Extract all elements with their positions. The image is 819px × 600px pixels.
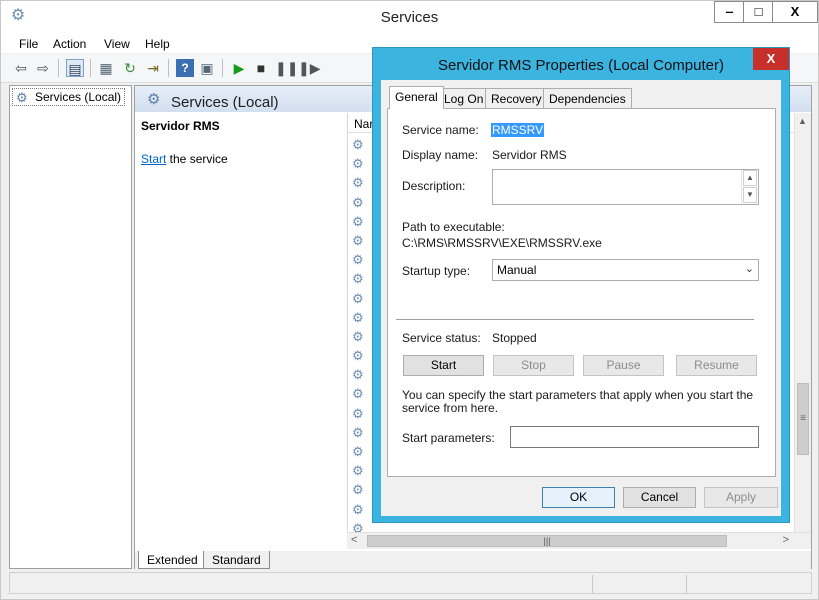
pause-button[interactable]: Pause [583,355,664,376]
toolbar-separator [168,59,169,77]
start-params-label: Start parameters: [402,431,495,445]
vertical-scrollbar[interactable]: ▲ ≡ [794,113,811,532]
console-tree: ⚙ Services (Local) [9,85,132,569]
display-name-label: Display name: [402,148,479,162]
cancel-button[interactable]: Cancel [623,487,696,508]
properties-icon[interactable]: ▦ [97,59,115,77]
general-tab-panel: Service name: RMSSRV Display name: Servi… [387,108,776,477]
dialog-close-button[interactable]: X [753,48,789,70]
show-hide-console-tree-icon[interactable]: ▤ [66,59,84,77]
tab-standard[interactable]: Standard [203,551,270,569]
properties-dialog: Servidor RMS Properties (Local Computer)… [372,47,790,523]
dialog-title-bar: Servidor RMS Properties (Local Computer)… [373,48,789,80]
tree-item-label: Services (Local) [35,90,122,104]
dialog-body: General Log On Recovery Dependencies Ser… [381,80,781,516]
service-name-value[interactable]: RMSSRV [491,123,545,137]
chevron-down-icon: ⌄ [744,263,754,275]
status-separator [686,575,687,593]
scroll-thumb[interactable]: ≡ [797,383,809,455]
minimize-button[interactable]: ‒ [714,1,744,23]
gears-icon: ⚙ [147,91,161,108]
tab-dependencies[interactable]: Dependencies [543,88,632,108]
toolbar-separator [222,59,223,77]
tree-item-services-local[interactable]: ⚙ Services (Local) [12,88,126,106]
pane-title: Services (Local) [171,94,279,111]
help-icon[interactable]: ? [176,59,194,77]
description-label: Description: [402,179,466,193]
startup-type-value: Manual [497,263,537,277]
start-params-input[interactable] [510,426,759,448]
startup-type-label: Startup type: [402,264,471,278]
path-value[interactable]: C:\RMS\RMSSRV\EXE\RMSSRV.exe [402,236,602,250]
menu-action[interactable]: Action [53,37,86,51]
status-bar [9,572,812,594]
mmc-icon[interactable]: ▣ [198,59,216,77]
forward-arrow-icon[interactable]: ⇨ [34,59,52,77]
status-separator [592,575,593,593]
service-name-label: Service name: [402,123,479,137]
start-service-suffix: the service [166,152,228,166]
back-arrow-icon[interactable]: ⇦ [12,59,30,77]
service-status-label: Service status: [402,331,481,345]
start-service-line: Start the service [141,152,228,166]
menu-view[interactable]: View [104,37,130,51]
view-tabs: Extended Standard [135,551,811,569]
tab-general[interactable]: General [389,86,444,109]
chevron-up-icon[interactable]: ▲ [743,170,757,186]
selected-service-title: Servidor RMS [141,119,220,133]
start-service-link[interactable]: Start [141,152,166,166]
close-button[interactable]: X [772,1,818,23]
pause-service-icon[interactable]: ❚❚ [275,59,298,77]
scroll-left-icon[interactable]: < [351,534,357,546]
resume-button[interactable]: Resume [676,355,757,376]
maximize-button[interactable]: □ [743,1,773,23]
chevron-down-icon[interactable]: ▼ [743,187,757,203]
tab-extended[interactable]: Extended [138,551,207,569]
menu-file[interactable]: File [19,37,38,51]
stop-button[interactable]: Stop [493,355,574,376]
tab-log-on[interactable]: Log On [438,88,490,108]
gears-icon: ⚙ [16,90,28,105]
section-divider [396,319,754,320]
tab-recovery[interactable]: Recovery [485,88,548,108]
scroll-up-icon[interactable]: ▲ [798,116,807,126]
restart-service-icon[interactable]: ❚▶ [298,59,321,77]
apply-button[interactable]: Apply [704,487,778,508]
startup-type-select[interactable]: Manual ⌄ [492,259,759,281]
service-status-value: Stopped [492,331,537,345]
display-name-value[interactable]: Servidor RMS [492,148,567,162]
refresh-icon[interactable]: ↻ [121,59,139,77]
description-scrollbar[interactable]: ▲ ▼ [741,170,758,204]
start-service-icon[interactable]: ▶ [230,59,248,77]
start-button[interactable]: Start [403,355,484,376]
export-list-icon[interactable]: ⇥ [144,59,162,77]
start-params-hint: You can specify the start parameters tha… [402,388,754,415]
title-bar: ⚙ Services ‒ □ X [1,1,818,33]
description-field[interactable]: ▲ ▼ [492,169,759,205]
horizontal-scrollbar[interactable]: < ||| > [347,532,811,549]
toolbar-separator [58,59,59,77]
menu-help[interactable]: Help [145,37,170,51]
toolbar-separator [90,59,91,77]
scroll-right-icon[interactable]: > [783,534,789,546]
path-label: Path to executable: [402,220,505,234]
ok-button[interactable]: OK [542,487,615,508]
dialog-title: Servidor RMS Properties (Local Computer) [438,57,724,74]
scroll-thumb-horizontal[interactable]: ||| [367,535,727,547]
window-title: Services [380,9,439,26]
stop-service-icon[interactable]: ■ [252,59,270,77]
